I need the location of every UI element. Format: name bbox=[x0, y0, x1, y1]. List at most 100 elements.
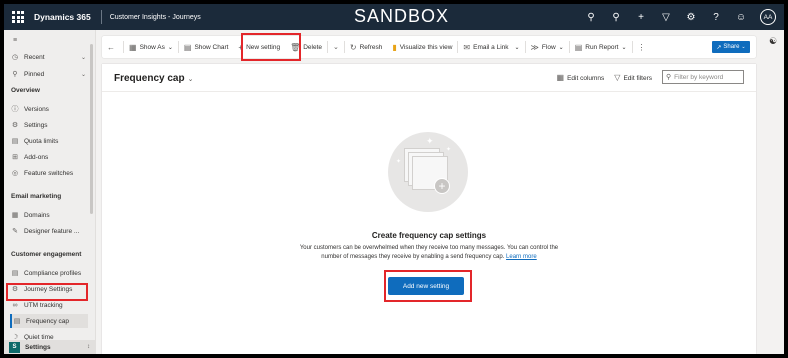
chevron-down-icon: ⌄ bbox=[558, 44, 564, 51]
sidebar-item-label: Settings bbox=[24, 121, 48, 129]
hamburger-button[interactable]: ≡ bbox=[10, 33, 88, 47]
email-link-label: Email a Link bbox=[473, 43, 509, 51]
sidebar-item-compliance-profiles[interactable]: ▤ Compliance profiles bbox=[10, 266, 88, 280]
highlight-frequency-cap bbox=[6, 283, 88, 301]
sidebar-item-pinned[interactable]: ⚲ Pinned ⌄ bbox=[10, 67, 88, 81]
chart-icon: ▤ bbox=[183, 42, 192, 52]
sidebar-item-label: Frequency cap bbox=[26, 317, 69, 325]
run-report-label: Run Report bbox=[585, 43, 619, 51]
designer-icon: ✎ bbox=[12, 228, 18, 235]
area-switcher[interactable]: S Settings ↕ bbox=[4, 340, 96, 354]
learn-more-link[interactable]: Learn more bbox=[506, 254, 537, 260]
sidebar-item-designer-feature[interactable]: ✎ Designer feature ... bbox=[10, 224, 88, 238]
area-label: Settings bbox=[25, 343, 51, 351]
show-chart-button[interactable]: ▤ Show Chart bbox=[179, 36, 234, 58]
sidebar-item-label: UTM tracking bbox=[24, 301, 63, 309]
info-icon: ⓘ bbox=[11, 106, 19, 113]
sidebar-item-quota-limits[interactable]: ▤ Quota limits bbox=[10, 134, 88, 148]
visualize-label: Visualize this view bbox=[399, 43, 453, 51]
sidebar-item-label: Designer feature ... bbox=[24, 227, 80, 235]
sidebar-item-label: Quota limits bbox=[24, 137, 59, 145]
filter-icon[interactable]: ▽ bbox=[660, 11, 672, 23]
empty-state-illustration: + ✦ ✦ ✦ bbox=[388, 132, 468, 212]
plus-icon[interactable]: + bbox=[635, 11, 647, 23]
flow-button[interactable]: ≫ Flow ⌄ bbox=[526, 36, 569, 58]
filter-icon: ▽ bbox=[614, 72, 621, 82]
highlight-new-setting bbox=[241, 33, 301, 61]
avatar[interactable]: AA bbox=[760, 9, 776, 25]
sidebar-item-add-ons[interactable]: ⊞ Add-ons bbox=[10, 150, 88, 164]
run-report-button[interactable]: ▤ Run Report ⌄ bbox=[570, 36, 632, 58]
sidebar: ≡ ◷ Recent ⌄ ⚲ Pinned ⌄ Overview ⓘ Versi… bbox=[4, 30, 96, 354]
sidebar-item-recent[interactable]: ◷ Recent ⌄ bbox=[10, 50, 88, 64]
sidebar-item-domains[interactable]: ▦ Domains bbox=[10, 208, 88, 222]
sidebar-item-label: Pinned bbox=[24, 70, 45, 78]
flow-icon: ≫ bbox=[530, 42, 539, 52]
back-arrow-icon: ← bbox=[107, 42, 115, 52]
grid-icon: ▦ bbox=[129, 42, 137, 52]
sidebar-item-label: Add-ons bbox=[24, 153, 49, 161]
share-label: Share bbox=[723, 44, 740, 50]
brand-name[interactable]: Dynamics 365 bbox=[34, 12, 91, 22]
header-divider bbox=[102, 91, 756, 92]
share-button[interactable]: ↗ Share ⌄ bbox=[712, 41, 750, 53]
chevron-down-icon: ⌄ bbox=[621, 44, 627, 51]
section-heading-email-marketing: Email marketing bbox=[11, 193, 62, 200]
edit-filters-label: Edit filters bbox=[623, 74, 652, 82]
edit-columns-button[interactable]: ▦ Edit columns bbox=[557, 73, 605, 82]
back-button[interactable]: ← bbox=[102, 36, 123, 58]
page-title[interactable]: Frequency cap ⌄ bbox=[114, 73, 193, 84]
refresh-label: Refresh bbox=[359, 43, 383, 51]
command-bar: ← ▦ Show As ⌄ ▤ Show Chart + New setting 🗑 De… bbox=[102, 36, 756, 58]
sidebar-item-settings[interactable]: ⚙ Settings bbox=[10, 118, 88, 132]
area-badge: S bbox=[9, 341, 20, 353]
lightbulb-icon[interactable]: ⚲ bbox=[610, 11, 622, 23]
sidebar-item-frequency-cap[interactable]: ▤ Frequency cap bbox=[10, 314, 88, 328]
sparkle-icon: ✦ bbox=[446, 147, 452, 153]
filter-input[interactable]: ⚲ Filter by keyword bbox=[662, 70, 744, 84]
delete-dropdown[interactable]: ⌄ bbox=[328, 36, 344, 58]
addon-icon: ⊞ bbox=[12, 154, 18, 161]
sidebar-scrollbar[interactable] bbox=[90, 44, 93, 214]
more-vertical-icon: ⋮ bbox=[637, 42, 646, 52]
search-icon[interactable]: ⚲ bbox=[585, 11, 597, 23]
show-chart-label: Show Chart bbox=[194, 43, 229, 51]
show-as-label: Show As bbox=[139, 43, 165, 51]
sidebar-item-feature-switches[interactable]: ◎ Feature switches bbox=[10, 166, 88, 180]
sparkle-icon: ✦ bbox=[396, 159, 402, 165]
chevron-down-icon: ⌄ bbox=[167, 44, 173, 51]
app-window: Dynamics 365 Customer Insights - Journey… bbox=[4, 4, 784, 354]
flow-label: Flow bbox=[541, 43, 556, 51]
chat-icon[interactable]: ☺ bbox=[735, 11, 747, 23]
powerbi-icon: ▮ bbox=[392, 42, 397, 52]
sidebar-item-label: Recent bbox=[24, 53, 45, 61]
environment-banner: SANDBOX bbox=[354, 6, 450, 26]
columns-icon: ▦ bbox=[556, 72, 565, 82]
refresh-button[interactable]: ↻ Refresh bbox=[345, 36, 387, 58]
link-icon: ∞ bbox=[12, 301, 18, 309]
frequency-icon: ▤ bbox=[13, 318, 21, 325]
filter-placeholder: Filter by keyword bbox=[674, 73, 724, 81]
show-as-button[interactable]: ▦ Show As ⌄ bbox=[124, 36, 178, 58]
chevron-down-icon: ⌄ bbox=[514, 44, 520, 51]
visualize-button[interactable]: ▮ Visualize this view bbox=[387, 36, 457, 58]
help-icon[interactable]: ? bbox=[710, 11, 722, 23]
sparkle-icon: ✦ bbox=[426, 136, 434, 146]
settings-icon[interactable]: ⚙ bbox=[685, 11, 697, 23]
search-icon: ⚲ bbox=[666, 74, 672, 81]
chevron-down-icon: ⌄ bbox=[80, 54, 86, 61]
chevron-down-icon: ⌄ bbox=[80, 71, 86, 78]
highlight-add-new-setting bbox=[384, 270, 472, 302]
copilot-icon[interactable]: ☯ bbox=[769, 36, 777, 47]
sidebar-item-label: Feature switches bbox=[24, 169, 74, 177]
app-launcher-icon[interactable] bbox=[12, 11, 24, 23]
more-commands-button[interactable]: ⋮ bbox=[633, 36, 651, 58]
section-heading-customer-engagement: Customer engagement bbox=[11, 251, 82, 258]
sidebar-item-versions[interactable]: ⓘ Versions bbox=[10, 102, 88, 116]
domain-icon: ▦ bbox=[11, 212, 19, 219]
email-link-button[interactable]: ✉ Email a Link ⌄ bbox=[458, 36, 524, 58]
app-name[interactable]: Customer Insights - Journeys bbox=[110, 14, 201, 21]
top-bar: Dynamics 365 Customer Insights - Journey… bbox=[4, 4, 784, 30]
edit-filters-button[interactable]: ▽ Edit filters bbox=[614, 73, 652, 82]
chevron-down-icon: ⌄ bbox=[741, 44, 746, 50]
